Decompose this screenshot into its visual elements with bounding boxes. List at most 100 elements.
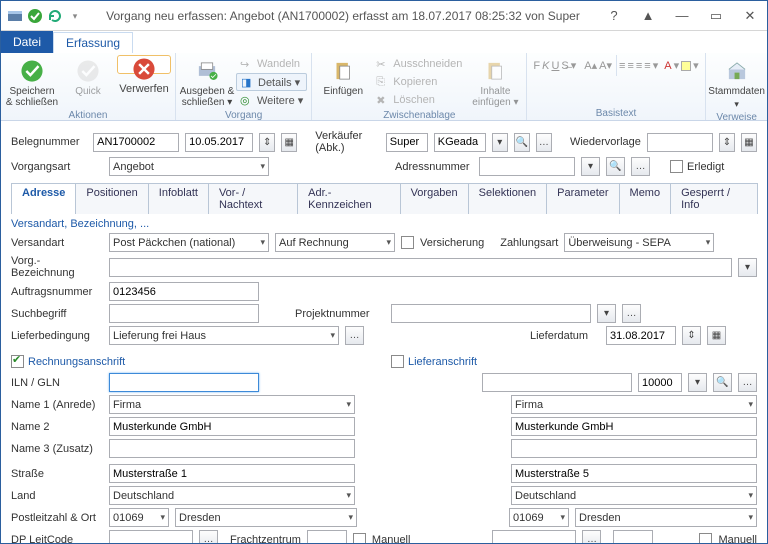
- strasse-l-field[interactable]: [511, 464, 757, 483]
- verk-dd[interactable]: ▾: [492, 133, 508, 152]
- iln-search[interactable]: 🔍: [713, 373, 732, 392]
- date-cal[interactable]: ▦: [281, 133, 297, 152]
- verkaeufer2[interactable]: [434, 133, 486, 152]
- details-button[interactable]: ◨Details ▾: [236, 73, 307, 91]
- color-tools[interactable]: A▾▾: [662, 55, 700, 76]
- versandart1-select[interactable]: Post Päckchen (national)▾: [109, 233, 269, 252]
- verk-more[interactable]: …: [536, 133, 552, 152]
- discard-button[interactable]: Verwerfen: [117, 55, 171, 74]
- stammdaten-button[interactable]: Stammdaten▾: [710, 55, 764, 111]
- name1-l-select[interactable]: Firma▾: [511, 395, 757, 414]
- help-button[interactable]: ?: [597, 1, 631, 31]
- manuell-r-checkbox[interactable]: [353, 533, 366, 543]
- tab-adresse[interactable]: Adresse: [11, 183, 76, 214]
- liefd-spin[interactable]: ⇕: [682, 326, 701, 345]
- verk-search[interactable]: 🔍: [514, 133, 530, 152]
- liefd-cal[interactable]: ▦: [707, 326, 726, 345]
- auftragsnummer-field[interactable]: [109, 282, 259, 301]
- save-close-button[interactable]: Speichern & schließen: [5, 55, 59, 109]
- tab-memo[interactable]: Memo: [619, 183, 672, 214]
- minimize-button[interactable]: —: [665, 1, 699, 31]
- date-field[interactable]: [185, 133, 253, 152]
- proj-dd[interactable]: ▾: [597, 304, 616, 323]
- belegnummer-field[interactable]: [93, 133, 179, 152]
- adr-more[interactable]: …: [631, 157, 650, 176]
- erledigt-checkbox[interactable]: [670, 160, 683, 173]
- vorgangsart-select[interactable]: Angebot▾: [109, 157, 269, 176]
- tab-vorgaben[interactable]: Vorgaben: [400, 183, 469, 214]
- output-close-button[interactable]: Ausgeben & schließen ▾: [180, 55, 234, 109]
- lieferanschrift-check[interactable]: [391, 355, 404, 368]
- lieferdatum-field[interactable]: [606, 326, 676, 345]
- name3-label: Name 3 (Zusatz): [11, 443, 103, 455]
- iln-dd[interactable]: ▾: [688, 373, 707, 392]
- cut-button: ✂Ausschneiden: [372, 55, 466, 73]
- fracht-r-field[interactable]: [307, 530, 347, 543]
- tab-adrkenn[interactable]: Adr.-Kennzeichen: [297, 183, 400, 214]
- wv-spin[interactable]: ⇕: [719, 133, 735, 152]
- ort-r[interactable]: Dresden▾: [175, 508, 357, 527]
- land-l-select[interactable]: Deutschland▾: [511, 486, 757, 505]
- tab-infoblatt[interactable]: Infoblatt: [148, 183, 209, 214]
- manuell-l-checkbox[interactable]: [699, 533, 712, 543]
- iln-more[interactable]: …: [738, 373, 757, 392]
- fracht-l-field[interactable]: [613, 530, 653, 543]
- suchbegriff-field[interactable]: [109, 304, 259, 323]
- bez-dd[interactable]: ▾: [738, 258, 757, 277]
- plz-l[interactable]: 01069▾: [509, 508, 569, 527]
- tab-positionen[interactable]: Positionen: [75, 183, 148, 214]
- adressnummer-field[interactable]: [479, 157, 575, 176]
- iln-l-field[interactable]: [482, 373, 632, 392]
- dp-r-more[interactable]: …: [199, 530, 218, 543]
- adr-dd[interactable]: ▾: [581, 157, 600, 176]
- wandeln-button: ↪Wandeln: [236, 55, 307, 73]
- dp-l-field[interactable]: [492, 530, 576, 543]
- projektnummer-field[interactable]: [391, 304, 591, 323]
- maximize-button[interactable]: ▭: [699, 1, 733, 31]
- verkaeufer1[interactable]: [386, 133, 428, 152]
- plz-r[interactable]: 01069▾: [109, 508, 169, 527]
- erfassung-tab[interactable]: Erfassung: [53, 32, 133, 53]
- strasse-r-field[interactable]: [109, 464, 355, 483]
- align-tools[interactable]: ≡≡≡≡▾: [616, 55, 660, 76]
- wv-cal[interactable]: ▦: [741, 133, 757, 152]
- ribbon-collapse-button[interactable]: ▲: [631, 1, 665, 31]
- dp-r-field[interactable]: [109, 530, 193, 543]
- paste-button[interactable]: Einfügen: [316, 55, 370, 98]
- tab-parameter[interactable]: Parameter: [546, 183, 619, 214]
- close-button[interactable]: ✕: [733, 1, 767, 31]
- zahlungsart-select[interactable]: Überweisung - SEPA▾: [564, 233, 714, 252]
- qat-refresh-icon[interactable]: [47, 8, 63, 24]
- name2-l-field[interactable]: [511, 417, 757, 436]
- file-tab[interactable]: Datei: [1, 31, 53, 53]
- land-r-select[interactable]: Deutschland▾: [109, 486, 355, 505]
- rechnungsanschrift-check[interactable]: [11, 355, 24, 368]
- quick-button[interactable]: Quick: [61, 55, 115, 98]
- iln-r-field[interactable]: [109, 373, 259, 392]
- adr-search[interactable]: 🔍: [606, 157, 625, 176]
- paste-content-button[interactable]: Inhalte einfügen ▾: [468, 55, 522, 109]
- name1-r-select[interactable]: Firma▾: [109, 395, 355, 414]
- name3-l-field[interactable]: [511, 439, 757, 458]
- font-tools[interactable]: FKUS̶▾ A▴A▾: [531, 55, 614, 76]
- qat-dropdown-icon[interactable]: ▾: [67, 8, 83, 24]
- tab-nachtext[interactable]: Vor- / Nachtext: [208, 183, 298, 214]
- date-spin[interactable]: ⇕: [259, 133, 275, 152]
- bezeichnung-field[interactable]: [109, 258, 732, 277]
- proj-more[interactable]: …: [622, 304, 641, 323]
- liefb-more[interactable]: …: [345, 326, 364, 345]
- ort-l[interactable]: Dresden▾: [575, 508, 757, 527]
- weitere-button[interactable]: ◎Weitere ▾: [236, 91, 307, 109]
- name3-r-field[interactable]: [109, 439, 355, 458]
- dp-l-more[interactable]: …: [582, 530, 601, 543]
- versandart2-select[interactable]: Auf Rechnung▾: [275, 233, 395, 252]
- versicherung-checkbox[interactable]: [401, 236, 414, 249]
- lieferbedingung-select[interactable]: Lieferung frei Haus▾: [109, 326, 339, 345]
- tab-gesperrt[interactable]: Gesperrt / Info: [670, 183, 758, 214]
- name2-r-field[interactable]: [109, 417, 355, 436]
- iln-l-code[interactable]: [638, 373, 682, 392]
- tab-selektionen[interactable]: Selektionen: [468, 183, 548, 214]
- qat-check-icon[interactable]: [27, 8, 43, 24]
- wiedervorlage-field[interactable]: [647, 133, 713, 152]
- lieferbedingung-label: Lieferbedingung: [11, 330, 103, 342]
